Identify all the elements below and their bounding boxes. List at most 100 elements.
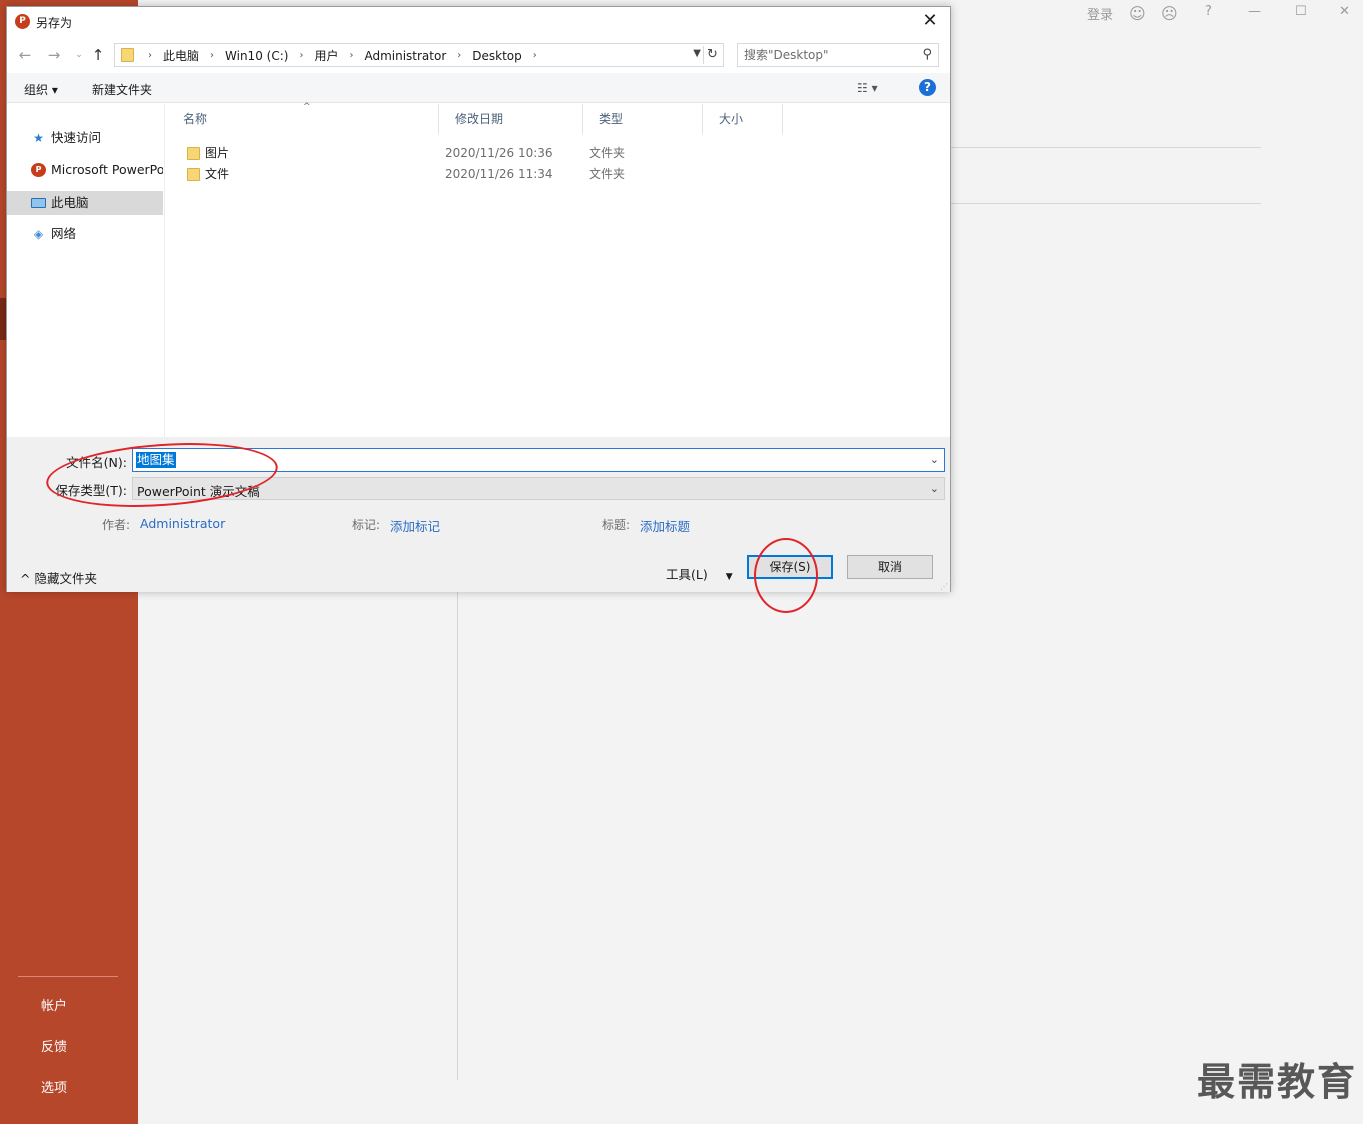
- nav-item-network[interactable]: ◈ 网络: [7, 222, 163, 246]
- up-arrow-icon[interactable]: ↑: [89, 45, 107, 65]
- refresh-icon[interactable]: ↻: [703, 46, 721, 64]
- nav-item-quick-access[interactable]: ★ 快速访问: [7, 126, 163, 150]
- save-button[interactable]: 保存(S): [747, 555, 833, 579]
- forward-arrow-icon[interactable]: →: [45, 45, 63, 65]
- network-icon: ◈: [33, 227, 44, 241]
- chevron-up-icon: ^: [20, 571, 35, 586]
- navigation-pane: ★ 快速访问 P Microsoft PowerPoint 此电脑 ◈ 网络: [7, 104, 165, 437]
- chevron-down-icon[interactable]: ▼: [693, 48, 701, 59]
- sidebar-item-feedback[interactable]: 反馈: [0, 1036, 138, 1055]
- author-link[interactable]: Administrator: [140, 516, 225, 531]
- breadcrumb-desktop[interactable]: Desktop: [472, 49, 522, 63]
- recent-dropdown-icon[interactable]: ⌄: [70, 45, 88, 65]
- save-form: 文件名(N): 地图集 ⌄ 保存类型(T): PowerPoint 演示文稿 ⌄…: [7, 437, 950, 592]
- nav-item-label: 网络: [51, 226, 77, 241]
- author-label: 作者:: [102, 518, 131, 532]
- filename-label: 文件名(N):: [66, 455, 127, 470]
- file-type: 文件夹: [589, 146, 626, 160]
- add-tags-link[interactable]: 添加标记: [390, 516, 440, 535]
- folder-icon: [121, 48, 134, 62]
- caret-down-icon: ▼: [725, 572, 733, 582]
- chevron-right-icon[interactable]: ›: [338, 50, 364, 61]
- signin-link[interactable]: 登录: [1087, 4, 1113, 24]
- filetype-select[interactable]: PowerPoint 演示文稿 ⌄: [132, 477, 945, 500]
- help-icon[interactable]: ?: [919, 79, 936, 96]
- nav-item-powerpoint[interactable]: P Microsoft PowerPoint: [7, 158, 163, 182]
- chevron-right-icon[interactable]: ›: [137, 50, 163, 61]
- backstage-hline: [950, 203, 1261, 204]
- dialog-titlebar[interactable]: P 另存为 ✕: [7, 7, 950, 37]
- breadcrumb: › 此电脑 › Win10 (C:) › 用户 › Administrator …: [137, 47, 548, 64]
- close-button[interactable]: ✕: [916, 10, 944, 34]
- title-label: 标题:: [602, 518, 631, 532]
- chevron-right-icon[interactable]: ›: [288, 50, 314, 61]
- nav-item-label: 此电脑: [51, 195, 89, 210]
- resize-grip-icon[interactable]: ⋰: [940, 582, 948, 591]
- computer-icon: [31, 198, 46, 208]
- tags-label: 标记:: [352, 518, 381, 532]
- powerpoint-icon: P: [31, 163, 46, 177]
- table-row[interactable]: 文件 2020/11/26 11:34 文件夹: [167, 164, 787, 185]
- file-date: 2020/11/26 10:36: [445, 146, 553, 160]
- add-title-link[interactable]: 添加标题: [640, 516, 690, 535]
- filename-field[interactable]: 地图集 ⌄: [132, 448, 945, 472]
- chevron-down-icon[interactable]: ⌄: [930, 482, 939, 495]
- close-icon[interactable]: ✕: [1339, 4, 1350, 24]
- sidebar-item-account[interactable]: 帐户: [0, 995, 138, 1014]
- frown-icon[interactable]: ☹: [1161, 4, 1178, 24]
- maximize-icon[interactable]: ☐: [1295, 4, 1307, 24]
- nav-item-this-pc[interactable]: 此电脑: [7, 191, 163, 215]
- toolbar: 组织 ▾ 新建文件夹 ☷ ▾ ?: [7, 73, 950, 103]
- backstage-hline: [950, 147, 1261, 148]
- file-name: 图片: [205, 146, 230, 160]
- chevron-right-icon[interactable]: ›: [446, 50, 472, 61]
- powerpoint-icon: P: [15, 14, 30, 29]
- star-icon: ★: [33, 131, 44, 145]
- search-input[interactable]: [744, 47, 909, 63]
- column-header-size[interactable]: 大小: [703, 104, 783, 134]
- tools-label: 工具(L): [666, 567, 708, 582]
- minimize-icon[interactable]: —: [1248, 4, 1261, 24]
- chevron-right-icon[interactable]: ›: [522, 50, 548, 61]
- column-label: 名称: [183, 112, 208, 126]
- save-as-dialog: P 另存为 ✕ ← → ⌄ ↑ › 此电脑 › Win10 (C:) › 用户 …: [6, 6, 951, 592]
- column-label: 类型: [599, 112, 624, 126]
- filename-value[interactable]: 地图集: [136, 452, 176, 468]
- folder-icon: [187, 147, 200, 160]
- watermark: 最需教育: [1196, 1060, 1357, 1104]
- sidebar-item-options[interactable]: 选项: [0, 1077, 138, 1096]
- organize-button[interactable]: 组织 ▾: [24, 81, 58, 98]
- column-header-name[interactable]: ^ 名称: [167, 102, 439, 134]
- hide-folders-label: 隐藏文件夹: [34, 571, 97, 586]
- dialog-title: 另存为: [36, 16, 73, 30]
- file-name: 文件: [205, 167, 230, 181]
- table-row[interactable]: 图片 2020/11/26 10:36 文件夹: [167, 143, 787, 164]
- nav-item-label: Microsoft PowerPoint: [51, 162, 163, 177]
- file-date: 2020/11/26 11:34: [445, 167, 553, 181]
- address-bar[interactable]: › 此电脑 › Win10 (C:) › 用户 › Administrator …: [114, 43, 724, 67]
- filetype-label: 保存类型(T):: [55, 483, 127, 498]
- tools-button[interactable]: 工具(L) ▼: [666, 564, 733, 583]
- breadcrumb-administrator[interactable]: Administrator: [364, 49, 446, 63]
- search-box[interactable]: ⚲: [737, 43, 939, 67]
- cancel-button[interactable]: 取消: [847, 555, 933, 579]
- smile-icon[interactable]: ☺: [1129, 4, 1146, 24]
- column-label: 修改日期: [455, 112, 504, 126]
- new-folder-button[interactable]: 新建文件夹: [92, 81, 152, 98]
- hide-folders-toggle[interactable]: ^ 隐藏文件夹: [20, 568, 97, 587]
- chevron-down-icon[interactable]: ⌄: [930, 453, 939, 466]
- column-header-type[interactable]: 类型: [583, 104, 703, 134]
- search-icon: ⚲: [922, 47, 932, 62]
- breadcrumb-users[interactable]: 用户: [314, 47, 338, 64]
- folder-icon: [187, 168, 200, 181]
- filetype-value: PowerPoint 演示文稿: [137, 484, 260, 499]
- backstage-divider: [457, 590, 458, 1080]
- breadcrumb-drive-c[interactable]: Win10 (C:): [225, 49, 288, 63]
- view-options-icon[interactable]: ☷ ▾: [857, 81, 878, 95]
- breadcrumb-this-pc[interactable]: 此电脑: [163, 47, 199, 64]
- file-type: 文件夹: [589, 167, 626, 181]
- help-icon[interactable]: ?: [1205, 4, 1212, 24]
- back-arrow-icon[interactable]: ←: [16, 45, 34, 65]
- column-header-date[interactable]: 修改日期: [439, 104, 583, 134]
- chevron-right-icon[interactable]: ›: [199, 50, 225, 61]
